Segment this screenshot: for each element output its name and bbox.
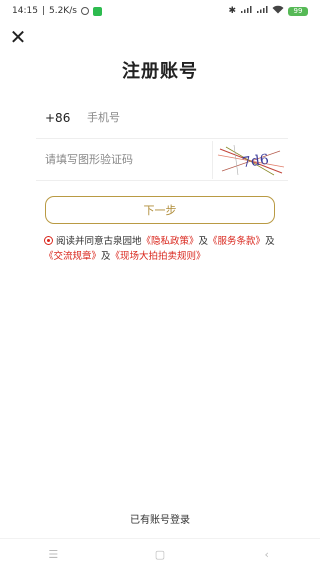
agree-and-3: 及 [101, 251, 111, 262]
wechat-icon [92, 6, 102, 16]
captcha-graphic: 7d6 [217, 144, 284, 175]
wifi-icon [272, 5, 284, 17]
agree-and-2: 及 [265, 236, 275, 247]
agree-prefix: 阅读并同意古泉园地 [56, 236, 142, 247]
captcha-input[interactable] [36, 153, 212, 166]
auction-rules-link[interactable]: 《现场大拍拍卖规则》 [111, 251, 206, 262]
status-right: ✱ 99 [228, 5, 308, 17]
privacy-link[interactable]: 《隐私政策》 [142, 236, 199, 247]
service-link[interactable]: 《服务条款》 [208, 236, 265, 247]
captcha-image[interactable]: 7d6 [212, 140, 288, 179]
status-left: 14:15 | 5.2K/s [12, 6, 102, 16]
captcha-text: 7d6 [241, 151, 270, 171]
status-speed: 5.2K/s [48, 6, 77, 16]
status-bar: 14:15 | 5.2K/s ✱ 99 [0, 0, 320, 22]
phone-input[interactable] [79, 111, 288, 124]
country-code[interactable]: +86 [36, 111, 79, 125]
trade-rules-link[interactable]: 《交流规章》 [44, 251, 101, 262]
agree-radio[interactable] [44, 236, 53, 245]
captcha-row: 7d6 [36, 139, 288, 181]
menu-icon[interactable]: ☰ [33, 548, 73, 561]
close-icon[interactable]: ✕ [8, 27, 28, 47]
signal-icon-2 [256, 5, 268, 17]
page-title: 注册账号 [122, 61, 198, 82]
signal-icon [240, 5, 252, 17]
status-time: 14:15 [12, 6, 38, 16]
phone-row: +86 [36, 97, 288, 139]
existing-account-login-link[interactable]: 已有账号登录 [0, 511, 320, 526]
agreement-text: 阅读并同意古泉园地《隐私政策》及《服务条款》及《交流规章》及《现场大拍拍卖规则》 [44, 234, 284, 264]
alarm-icon [80, 7, 89, 15]
status-divider: | [41, 6, 45, 16]
agree-and-1: 及 [198, 236, 209, 247]
bluetooth-icon: ✱ [228, 6, 236, 16]
back-icon[interactable]: ‹ [247, 548, 287, 561]
home-icon[interactable]: ▢ [140, 548, 180, 561]
system-nav-bar: ☰ ▢ ‹ [0, 538, 320, 570]
next-button[interactable]: 下一步 [45, 196, 275, 224]
battery-icon: 99 [288, 6, 308, 16]
